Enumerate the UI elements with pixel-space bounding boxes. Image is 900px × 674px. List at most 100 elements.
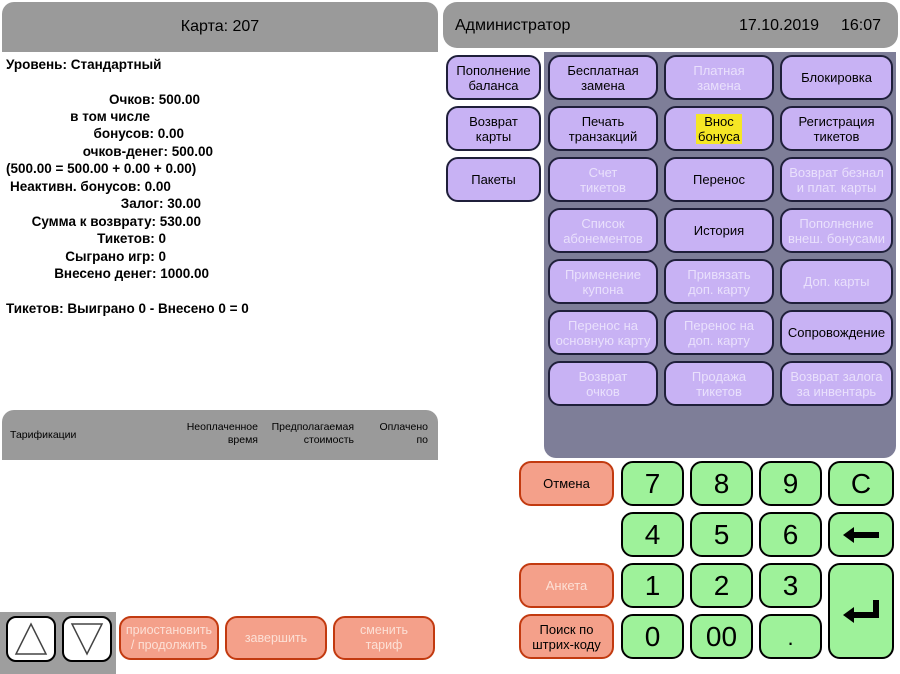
top-up-balance-button[interactable]: Пополнение баланса [446, 55, 541, 100]
key-4[interactable]: 4 [621, 512, 684, 557]
extra-cards-button[interactable]: Доп. карты [780, 259, 893, 304]
time-label: 16:07 [841, 17, 882, 34]
register-tickets-button[interactable]: Регистрация тикетов [780, 106, 893, 151]
change-tariff-l1: сменить [360, 623, 408, 637]
escort-label: Сопровождение [787, 325, 886, 340]
barcode-l2: штрих-коду [532, 636, 601, 652]
extra-cards-label: Доп. карты [803, 274, 870, 289]
subscriptions-list-button[interactable]: Список абонементов [548, 208, 658, 253]
key-00-label: 00 [705, 620, 738, 652]
barcode-search-button[interactable]: Поиск по штрих-коду [519, 614, 614, 659]
cancel-button[interactable]: Отмена [519, 461, 614, 506]
key-0[interactable]: 0 [621, 614, 684, 659]
sell-tickets-button[interactable]: Продажа тикетов [664, 361, 774, 406]
paid-replace-button[interactable]: Платная замена [664, 55, 774, 100]
col-paid-until-l2: по [416, 434, 428, 446]
free-replace-button[interactable]: Бесплатная замена [548, 55, 658, 100]
points-text: Очков: 500.00 [109, 92, 200, 107]
survey-label: Анкета [545, 578, 588, 593]
key-dot[interactable]: . [759, 614, 822, 659]
key-3[interactable]: 3 [759, 563, 822, 608]
to-extra-l1: Перенос на [684, 317, 754, 333]
change-tariff-button[interactable]: сменить тариф [333, 616, 435, 660]
key-9-label: 9 [782, 467, 799, 499]
key-00[interactable]: 00 [690, 614, 753, 659]
key-4-label: 4 [644, 518, 661, 550]
col-expected-cost-l1: Предполагаемая [271, 421, 354, 433]
return-deposit-button[interactable]: Возврат залога за инвентарь [780, 361, 893, 406]
col-paid-until-l1: Оплачено [379, 421, 428, 433]
key-backspace[interactable] [828, 512, 894, 557]
ticket-account-button[interactable]: Счет тикетов [548, 157, 658, 202]
transfer-to-extra-button[interactable]: Перенос на доп. карту [664, 310, 774, 355]
print-transactions-button[interactable]: Печать транзакций [548, 106, 658, 151]
key-dot-label: . [787, 625, 794, 650]
subscriptions-l1: Список [581, 215, 625, 231]
key-1-label: 1 [644, 569, 661, 601]
key-clear-label: C [850, 467, 872, 499]
packages-button[interactable]: Пакеты [446, 157, 541, 202]
external-bonus-l2: внеш. бонусами [787, 230, 886, 246]
cancel-label: Отмена [543, 476, 590, 491]
return-deposit-l2: за инвентарь [796, 383, 877, 399]
key-9[interactable]: 9 [759, 461, 822, 506]
paid-replace-l2: замена [697, 77, 741, 93]
apply-coupon-button[interactable]: Применение купона [548, 259, 658, 304]
col-unpaid-time-l2: время [227, 434, 258, 446]
arrow-left-icon [843, 526, 879, 543]
games-played-text: Сыграно игр: 0 [65, 249, 166, 264]
top-up-l2: баланса [468, 77, 519, 93]
coupon-l1: Применение [564, 266, 642, 282]
money-points-text: очков-денег: 500.00 [82, 144, 213, 159]
transfer-to-main-button[interactable]: Перенос на основную карту [548, 310, 658, 355]
block-button[interactable]: Блокировка [780, 55, 893, 100]
money-deposited-text: Внесено денег: 1000.00 [54, 266, 209, 281]
card-header: Карта: 207 [2, 2, 438, 52]
key-2[interactable]: 2 [690, 563, 753, 608]
external-bonus-l1: Пополнение [799, 215, 874, 231]
date-label: 17.10.2019 [739, 17, 820, 34]
key-5[interactable]: 5 [690, 512, 753, 557]
bind-extra-card-button[interactable]: Привязать доп. карту [664, 259, 774, 304]
add-bonus-l1: Внос [704, 113, 734, 129]
return-card-button[interactable]: Возврат карты [446, 106, 541, 151]
scroll-down-button[interactable] [62, 616, 112, 662]
key-7-label: 7 [644, 467, 661, 499]
col-expected-cost-l2: стоимость [303, 434, 354, 446]
role-label: Администратор [455, 17, 571, 34]
key-8[interactable]: 8 [690, 461, 753, 506]
add-bonus-highlight: Внос бонуса [696, 113, 742, 144]
finish-button[interactable]: завершить [225, 616, 327, 660]
sell-tickets-l2: тикетов [696, 383, 742, 399]
tariff-table: Тарификации Неоплаченное время Предполаг… [2, 410, 438, 613]
tariff-table-header: Тарификации Неоплаченное время Предполаг… [2, 410, 438, 460]
suspend-label-l1: приостановить [125, 623, 213, 637]
key-6[interactable]: 6 [759, 512, 822, 557]
key-1[interactable]: 1 [621, 563, 684, 608]
escort-button[interactable]: Сопровождение [780, 310, 893, 355]
key-7[interactable]: 7 [621, 461, 684, 506]
key-enter[interactable] [828, 563, 894, 659]
key-8-label: 8 [713, 467, 730, 499]
return-points-button[interactable]: Возврат очков [548, 361, 658, 406]
suspend-resume-button[interactable]: приостановить / продолжить [119, 616, 219, 660]
return-points-l1: Возврат [578, 368, 628, 384]
key-clear[interactable]: C [828, 461, 894, 506]
transfer-button[interactable]: Перенос [664, 157, 774, 202]
col-paid-until: Оплачено по [379, 421, 428, 447]
including-text: в том числе [70, 109, 150, 124]
sell-tickets-l1: Продажа [691, 368, 747, 384]
refund-cashless-button[interactable]: Возврат безнал и плат. карты [780, 157, 893, 202]
survey-button[interactable]: Анкета [519, 563, 614, 608]
tickets-text: Тикетов: 0 [97, 231, 166, 246]
key-3-label: 3 [782, 569, 799, 601]
ticket-account-l2: тикетов [580, 179, 626, 195]
scroll-up-button[interactable] [6, 616, 56, 662]
packages-label: Пакеты [471, 172, 516, 187]
external-bonus-button[interactable]: Пополнение внеш. бонусами [780, 208, 893, 253]
add-bonus-button[interactable]: Внос бонуса [664, 106, 774, 151]
tickets-summary-text: Тикетов: Выиграно 0 - Внесено 0 = 0 [6, 301, 249, 316]
refund-sum-text: Сумма к возврату: 530.00 [31, 214, 201, 229]
history-button[interactable]: История [664, 208, 774, 253]
enter-icon [843, 600, 879, 623]
